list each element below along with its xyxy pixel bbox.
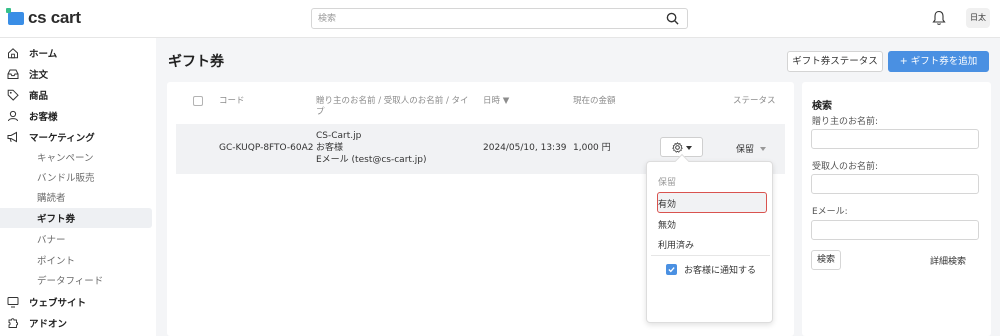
sidebar-item-label: ウェブサイト — [29, 297, 87, 309]
status-value: 保留 — [736, 145, 755, 155]
sidebar-subitem-campaigns[interactable]: キャンペーン — [0, 147, 152, 167]
search-button[interactable]: 検索 — [811, 250, 841, 270]
gift-certificate-status-button[interactable]: ギフト券ステータス — [787, 51, 883, 72]
sidebar-item-website[interactable]: ウェブサイト — [0, 291, 152, 312]
sidebar-item-orders[interactable]: 注文 — [0, 63, 152, 84]
sidebar-subitem-banners[interactable]: バナー — [0, 229, 152, 249]
sidebar-subitem-bundles[interactable]: バンドル販売 — [0, 167, 152, 187]
sidebar-item-label: アドオン — [29, 318, 68, 330]
sidebar: ホーム 注文 商品 お客様 マーケティング キャンペーン バンドル販売 購読者 … — [0, 38, 156, 336]
sidebar-item-customers[interactable]: お客様 — [0, 105, 152, 126]
checkmark-icon — [668, 267, 675, 273]
status-option-used[interactable]: 利用済み — [658, 238, 694, 251]
sidebar-item-label: ホーム — [29, 48, 58, 60]
sidebar-item-products[interactable]: 商品 — [0, 84, 152, 105]
select-all-checkbox[interactable] — [193, 96, 203, 106]
sidebar-item-addons[interactable]: アドオン — [0, 312, 152, 333]
add-gift-certificate-button[interactable]: + ギフト券を追加 — [888, 51, 989, 72]
delivery-type: Eメール (test@cs-cart.jp) — [316, 155, 427, 165]
sidebar-subitem-subscribers[interactable]: 購読者 — [0, 187, 152, 207]
puzzle-icon — [8, 317, 19, 328]
caret-down-icon — [760, 146, 767, 151]
sidebar-item-marketing[interactable]: マーケティング — [0, 126, 152, 147]
sender-name-label: 贈り主のお名前: — [812, 117, 879, 127]
status-option-active[interactable]: 有効 — [658, 197, 676, 210]
logo[interactable]: cs cart — [6, 7, 81, 27]
user-icon — [8, 110, 18, 121]
search-icon[interactable] — [666, 12, 679, 25]
global-search — [311, 8, 688, 29]
column-header-date[interactable]: 日時 ▼ — [483, 96, 509, 107]
notify-customer-label: お客様に通知する — [684, 266, 757, 276]
tag-icon — [7, 89, 19, 101]
recipient-name-field[interactable] — [811, 174, 979, 194]
home-icon — [8, 47, 18, 58]
bell-icon[interactable] — [932, 10, 946, 26]
status-option-disabled[interactable]: 無効 — [658, 218, 676, 231]
status-menu: 保留 有効 無効 利用済み お客様に通知する — [646, 153, 773, 323]
column-header-amount[interactable]: 現在の金額 — [573, 96, 616, 107]
advanced-search-link[interactable]: 詳細検索 — [930, 254, 966, 267]
current-amount: 1,000 円 — [573, 143, 611, 153]
sidebar-item-label: 注文 — [29, 69, 49, 81]
sidebar-subitem-points[interactable]: ポイント — [0, 250, 152, 270]
caret-down-icon — [686, 146, 692, 150]
status-menu-header: 保留 — [658, 178, 677, 188]
gift-certificate-code[interactable]: GC-KUQP-8FTO-60A2 — [219, 143, 313, 154]
column-header-names-line1: 贈り主のお名前 / 受取人のお名前 / タイ — [316, 96, 469, 106]
email-field[interactable] — [811, 220, 979, 240]
column-header-names[interactable]: 贈り主のお名前 / 受取人のお名前 / タイ プ — [316, 96, 469, 118]
sidebar-subitem-gift-certificates[interactable]: ギフト券 — [0, 208, 152, 228]
gear-icon — [672, 142, 683, 153]
logo-text: cs cart — [28, 8, 81, 27]
menu-divider — [651, 255, 770, 256]
page-title: ギフト券 — [168, 54, 224, 70]
recipient-name-label: 受取人のお名前: — [812, 162, 879, 172]
status-dropdown[interactable]: 保留 — [736, 142, 767, 155]
created-date: 2024/05/10, 13:39 — [483, 143, 567, 153]
sender-name: CS-Cart.jp — [316, 131, 362, 141]
recipient-name: お客様 — [316, 143, 344, 153]
sidebar-item-label: マーケティング — [29, 132, 95, 144]
sidebar-item-home[interactable]: ホーム — [0, 42, 152, 63]
main-content: ギフト券 ギフト券ステータス + ギフト券を追加 コード 贈り主のお名前 / 受… — [156, 38, 1000, 336]
search-input[interactable] — [318, 12, 648, 26]
megaphone-icon — [7, 131, 17, 142]
email-label: Eメール: — [812, 207, 848, 217]
sidebar-item-label: お客様 — [29, 111, 58, 123]
column-header-names-line2: プ — [316, 107, 325, 117]
search-panel: 検索 贈り主のお名前: 受取人のお名前: Eメール: 検索 詳細検索 — [802, 82, 991, 336]
language-avatar[interactable]: 日太 — [966, 8, 990, 28]
notify-customer-checkbox[interactable] — [666, 264, 677, 275]
column-header-code[interactable]: コード — [219, 96, 245, 107]
search-panel-title: 検索 — [812, 101, 832, 112]
monitor-icon — [7, 296, 19, 307]
inbox-icon — [7, 69, 19, 79]
column-header-status[interactable]: ステータス — [733, 96, 776, 107]
sidebar-subitem-data-feeds[interactable]: データフィード — [0, 270, 152, 290]
sender-name-field[interactable] — [811, 129, 979, 149]
sidebar-item-label: 商品 — [29, 90, 49, 102]
logo-mark-icon — [6, 7, 24, 25]
top-bar: cs cart 日太 — [0, 0, 1000, 38]
